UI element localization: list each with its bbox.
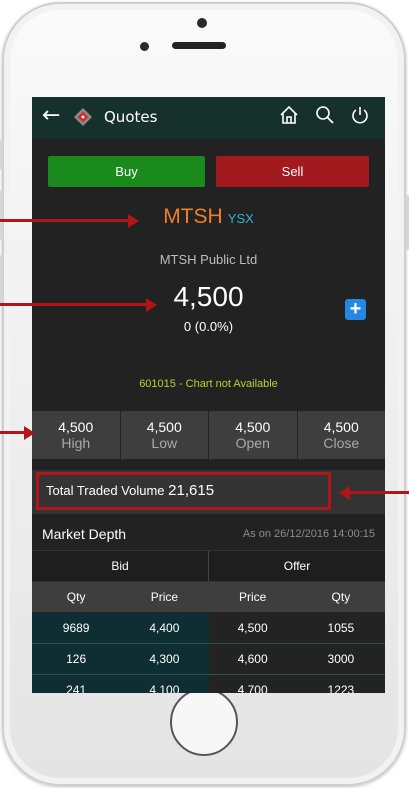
last-price: 4,500 (173, 281, 244, 312)
offer-price: 4,600 (208, 644, 297, 674)
offer-qty: 3000 (296, 644, 385, 674)
home-button[interactable] (170, 688, 238, 756)
annotation-arrowhead-stats (24, 426, 35, 440)
annotation-arrow-symbol (0, 219, 130, 222)
bid-offer-header: Bid Offer (32, 550, 385, 582)
annotation-arrow-stats (0, 431, 26, 434)
add-to-watchlist-button[interactable]: + (345, 299, 366, 320)
bid-qty: 9689 (32, 613, 121, 643)
symbol-heading: MTSH YSX (32, 205, 385, 229)
table-row: 241 4,100 4,700 1223 (32, 675, 385, 693)
stat-value: 4,500 (58, 419, 94, 435)
stat-label: Low (151, 435, 178, 451)
stat-low: 4,500 Low (120, 411, 209, 459)
volume-down-button (0, 255, 3, 305)
page-title: Quotes (104, 108, 158, 126)
offer-price: 4,700 (208, 675, 297, 693)
stat-label: High (61, 435, 91, 451)
search-icon[interactable] (315, 105, 335, 130)
bid-qty: 126 (32, 644, 121, 674)
bid-price: 4,400 (120, 613, 209, 643)
offer-qty: 1055 (296, 613, 385, 643)
bid-qty: 241 (32, 675, 121, 693)
market-depth-title: Market Depth (42, 526, 127, 542)
mute-switch (0, 140, 3, 170)
stat-high: 4,500 High (32, 411, 121, 459)
stat-label: Open (235, 435, 270, 451)
top-bar: ← Quotes (32, 97, 385, 139)
table-row: 9689 4,400 4,500 1055 (32, 613, 385, 644)
proximity-sensor (197, 18, 207, 28)
column-header: Qty (331, 590, 351, 604)
company-name: MTSH Public Ltd (159, 252, 258, 267)
depth-column-headers: Qty Price Price Qty (32, 582, 385, 612)
traded-volume-value: 21,615 (168, 482, 215, 499)
stat-label: Close (323, 435, 360, 451)
column-header: Qty (66, 590, 86, 604)
offer-qty: 1223 (296, 675, 385, 693)
depth-rows: 9689 4,400 4,500 1055 126 4,300 4,600 30… (32, 613, 385, 693)
home-icon[interactable] (279, 105, 299, 130)
power-icon[interactable] (350, 105, 370, 130)
traded-volume-row: Total Traded Volume 21,615 (32, 470, 385, 514)
table-row: 126 4,300 4,600 3000 (32, 644, 385, 675)
volume-up-button (0, 190, 3, 240)
annotation-arrow-price (0, 303, 148, 306)
bid-price: 4,300 (120, 644, 209, 674)
column-header: Price (150, 590, 179, 604)
front-camera (140, 42, 149, 51)
bid-header: Bid (32, 551, 209, 581)
exchange-code: YSX (227, 211, 254, 226)
annotation-arrowhead-symbol (128, 214, 139, 228)
bid-price: 4,100 (120, 675, 209, 693)
stat-value: 4,500 (235, 419, 271, 435)
price-change: 0 (0.0%) (183, 319, 234, 334)
back-arrow-icon[interactable]: ← (42, 103, 60, 128)
offer-header: Offer (283, 559, 311, 573)
traded-volume-label: Total Traded Volume (46, 483, 165, 498)
symbol-code: MTSH (163, 205, 223, 228)
annotation-arrowhead-price (146, 298, 157, 312)
earpiece-speaker (172, 42, 226, 49)
stat-open: 4,500 Open (209, 411, 298, 459)
market-depth-timestamp: As on 26/12/2016 14:00:15 (242, 528, 375, 540)
column-header: Price (238, 590, 267, 604)
stat-value: 4,500 (146, 419, 182, 435)
app-logo (74, 108, 92, 126)
app-screen: ← Quotes Buy Sell MTSH YSX MTSH Public L… (32, 97, 385, 693)
traded-volume-highlight: Total Traded Volume 21,615 (36, 472, 331, 510)
stat-close: 4,500 Close (297, 411, 385, 459)
price-stats: 4,500 High 4,500 Low 4,500 Open 4,500 Cl… (32, 411, 385, 459)
offer-price: 4,500 (208, 613, 297, 643)
annotation-arrow-volume (348, 491, 409, 494)
chart-unavailable-message: 601015 - Chart not Available (139, 378, 278, 390)
stat-value: 4,500 (323, 419, 359, 435)
annotation-arrowhead-volume (339, 486, 350, 500)
buy-button[interactable]: Buy (48, 156, 205, 187)
sell-button[interactable]: Sell (216, 156, 369, 187)
